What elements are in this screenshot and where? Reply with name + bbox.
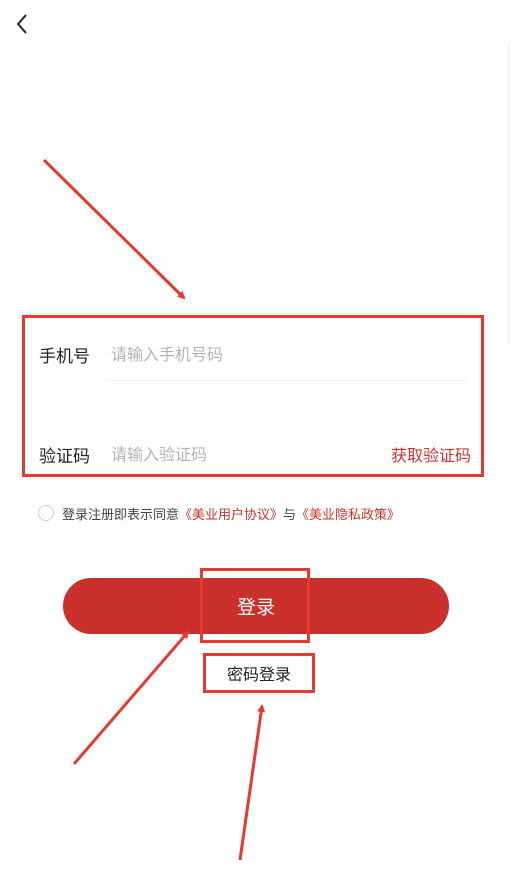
chevron-left-icon [16,14,27,34]
arrow-to-form [42,158,186,300]
code-input[interactable] [111,444,391,464]
code-label: 验证码 [39,446,90,467]
login-form: 手机号 验证码 获取验证码 [22,315,484,477]
agreement-row: 登录注册即表示同意 《美业用户协议》 与 《美业隐私政策》 [38,502,400,524]
arrow-to-password-login [238,704,266,861]
arrow-to-login [72,630,190,765]
code-row: 验证码 获取验证码 [39,436,471,472]
password-login-label: 密码登录 [226,665,291,684]
login-button[interactable]: 登录 [63,578,449,634]
scroll-indicator [508,44,510,344]
privacy-policy-link[interactable]: 《美业隐私政策》 [296,504,400,523]
phone-input[interactable] [111,344,471,364]
login-button-label: 登录 [236,597,275,619]
phone-label: 手机号 [39,346,90,367]
user-agreement-link[interactable]: 《美业用户协议》 [179,504,283,523]
agreement-checkbox[interactable] [38,505,54,521]
get-code-button[interactable]: 获取验证码 [391,442,471,466]
phone-row: 手机号 [39,336,471,372]
login-page: 手机号 验证码 获取验证码 登录注册即表示同意 《美业用户协议》 与 《美业隐私… [0,0,514,896]
form-divider [107,380,467,381]
agreement-prefix: 登录注册即表示同意 [62,507,180,523]
password-login-button[interactable]: 密码登录 [203,653,315,693]
agreement-conjunction: 与 [283,507,297,523]
back-button[interactable] [8,8,36,40]
